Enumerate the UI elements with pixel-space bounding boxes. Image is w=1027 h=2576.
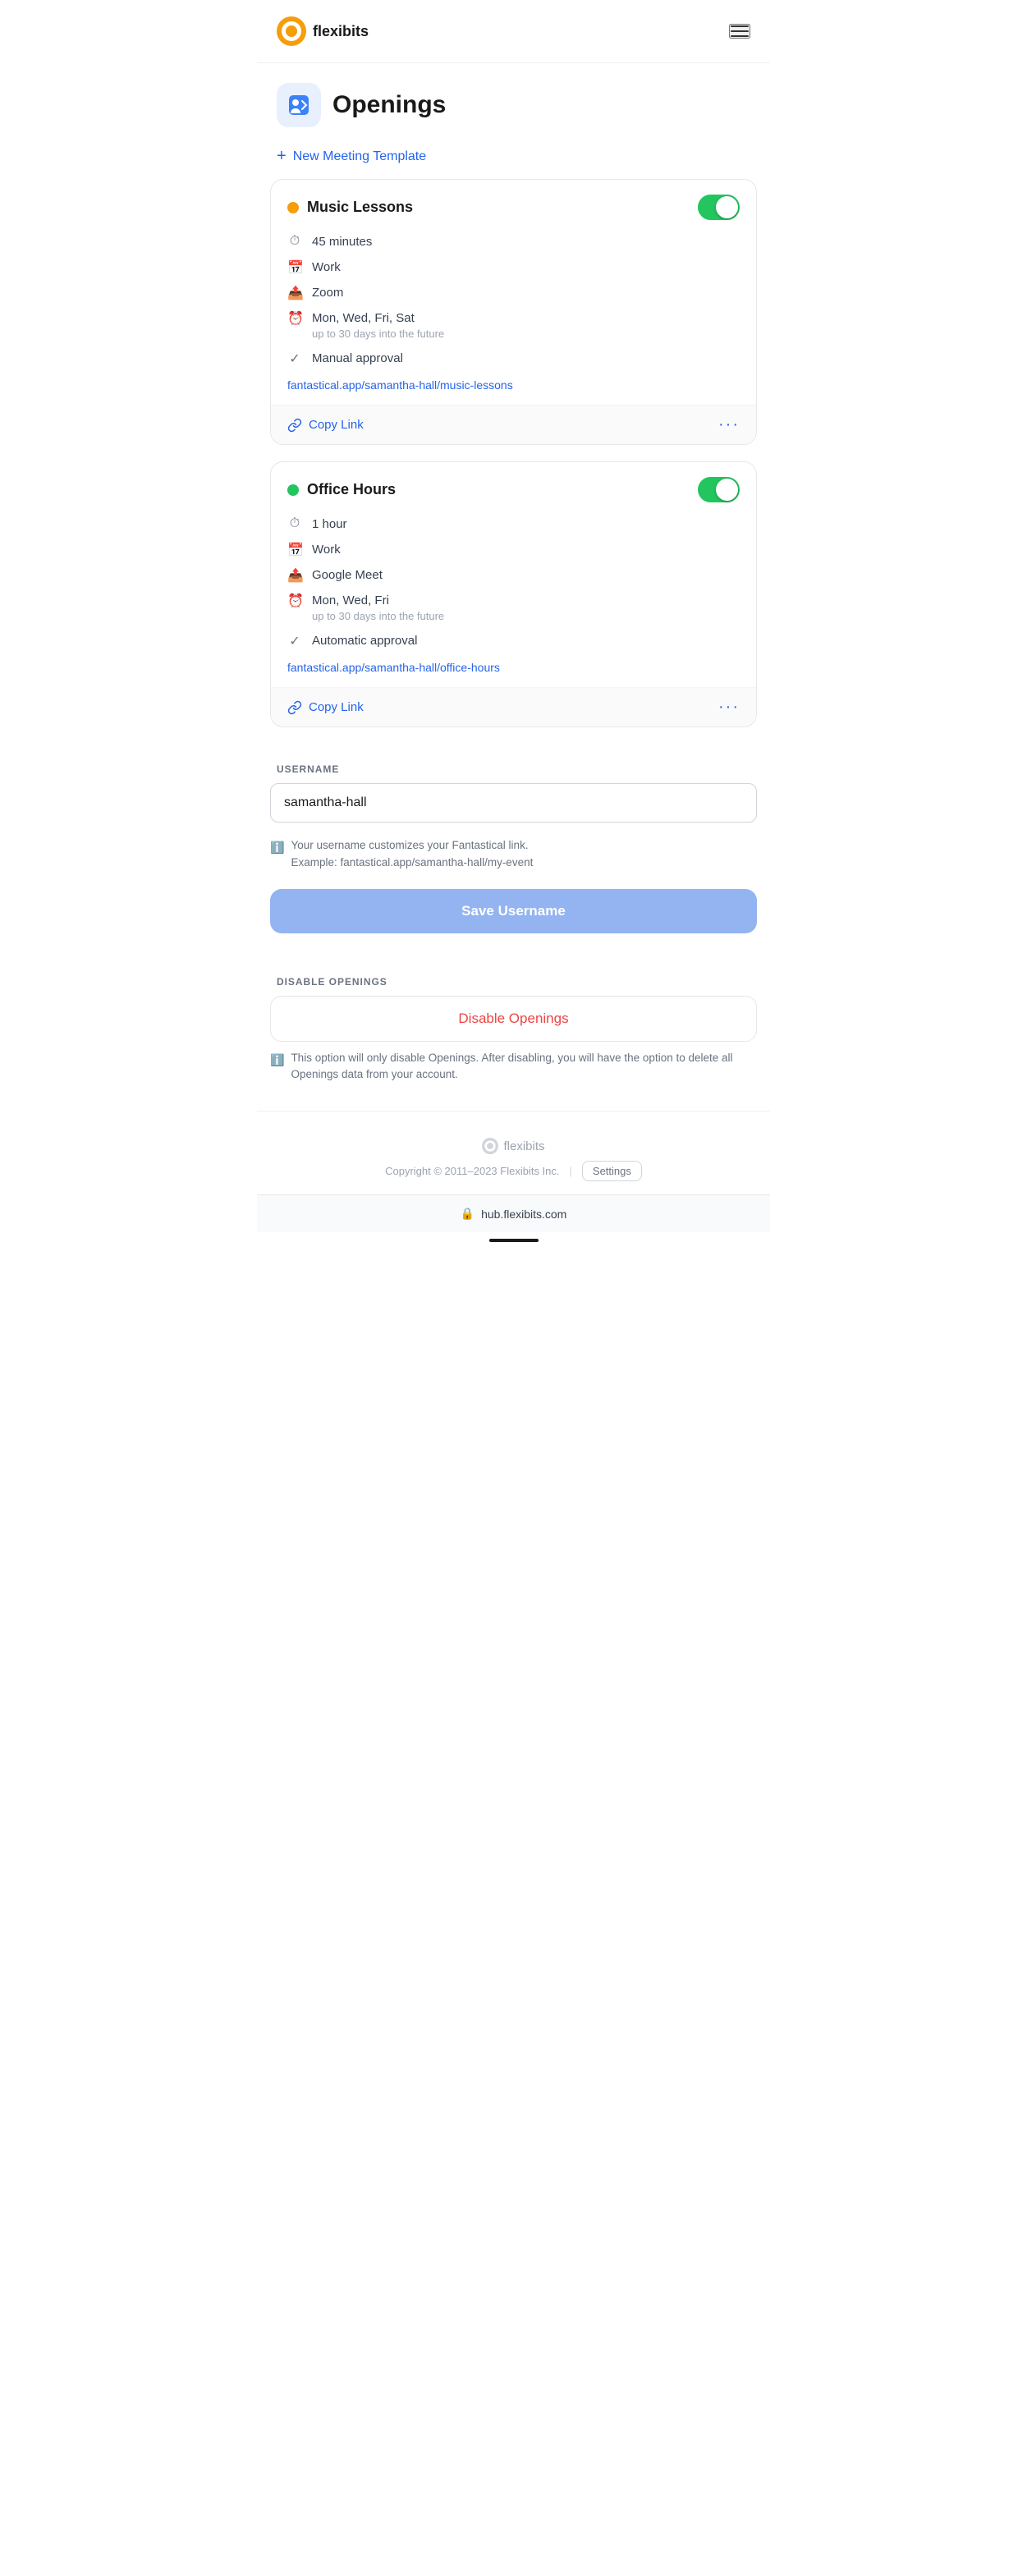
menu-button[interactable] [729, 24, 750, 39]
music-lessons-conferencing-row: 📤 Zoom [287, 284, 740, 301]
logo-area: flexibits [277, 16, 369, 46]
footer-links: Copyright © 2011–2023 Flexibits Inc. | S… [277, 1161, 750, 1181]
office-hours-card: Office Hours ⏱ 1 hour 📅 Work 📤 Google Me… [270, 461, 757, 727]
calendar-icon-2: 📅 [287, 542, 302, 558]
music-lessons-calendar-row: 📅 Work [287, 259, 740, 276]
username-section-heading: USERNAME [257, 744, 770, 783]
info-icon: ℹ️ [270, 839, 284, 856]
music-lessons-more-button[interactable]: ··· [718, 415, 740, 434]
office-hours-title: Office Hours [307, 481, 396, 498]
office-hours-conferencing: Google Meet [312, 566, 383, 584]
new-template-link[interactable]: + New Meeting Template [257, 134, 770, 179]
clock-icon: ⏱ [287, 234, 302, 249]
disable-hint: ℹ️ This option will only disable Opening… [257, 1042, 770, 1092]
office-hours-schedule-sub: up to 30 days into the future [312, 609, 444, 624]
office-hours-calendar: Work [312, 541, 341, 558]
hamburger-line-2 [731, 30, 749, 32]
link-icon-2 [287, 700, 302, 715]
office-hours-title-group: Office Hours [287, 481, 396, 498]
music-lessons-schedule-sub: up to 30 days into the future [312, 327, 444, 341]
username-input-area [270, 783, 757, 823]
music-lessons-status-dot [287, 202, 299, 213]
music-lessons-calendar: Work [312, 259, 341, 276]
music-lessons-duration-row: ⏱ 45 minutes [287, 233, 740, 250]
hamburger-line-3 [731, 35, 749, 37]
footer-copyright: Copyright © 2011–2023 Flexibits Inc. [385, 1165, 559, 1177]
office-hours-approval-row: ✓ Automatic approval [287, 632, 740, 649]
schedule-icon: ⏰ [287, 310, 302, 327]
bottom-bar: 🔒 hub.flexibits.com [257, 1194, 770, 1232]
disable-section-heading: DISABLE OPENINGS [257, 956, 770, 996]
page-footer: flexibits Copyright © 2011–2023 Flexibit… [257, 1111, 770, 1194]
music-lessons-copy-link-button[interactable]: Copy Link [287, 418, 364, 433]
music-lessons-schedule: Mon, Wed, Fri, Sat up to 30 days into th… [312, 309, 444, 341]
office-hours-card-footer: Copy Link ··· [271, 687, 756, 727]
video-icon: 📤 [287, 285, 302, 301]
username-hint-text: Your username customizes your Fantastica… [291, 837, 533, 871]
username-input[interactable] [270, 783, 757, 823]
music-lessons-card: Music Lessons ⏱ 45 minutes 📅 Work 📤 Zoom… [270, 179, 757, 445]
disable-openings-button[interactable]: Disable Openings [270, 996, 757, 1042]
music-lessons-approval: Manual approval [312, 350, 403, 367]
username-hint: ℹ️ Your username customizes your Fantast… [257, 829, 770, 879]
office-hours-approval: Automatic approval [312, 632, 417, 649]
disable-hint-text: This option will only disable Openings. … [291, 1050, 757, 1084]
page-title-area: Openings [257, 63, 770, 134]
office-hours-toggle-knob [716, 479, 738, 501]
clock-icon-2: ⏱ [287, 516, 302, 531]
bottom-bar-indicator [489, 1239, 539, 1242]
office-hours-schedule: Mon, Wed, Fri up to 30 days into the fut… [312, 592, 444, 624]
office-hours-conferencing-row: 📤 Google Meet [287, 566, 740, 584]
save-username-button[interactable]: Save Username [270, 889, 757, 933]
settings-button[interactable]: Settings [582, 1161, 642, 1181]
flexibits-logo-icon [277, 16, 306, 46]
lock-icon: 🔒 [461, 1207, 475, 1221]
music-lessons-card-body: Music Lessons ⏱ 45 minutes 📅 Work 📤 Zoom… [271, 180, 756, 405]
music-lessons-toggle[interactable] [698, 195, 740, 220]
music-lessons-card-header: Music Lessons [287, 195, 740, 220]
office-hours-link[interactable]: fantastical.app/samantha-hall/office-hou… [287, 661, 740, 674]
music-lessons-conferencing: Zoom [312, 284, 343, 301]
office-hours-status-dot [287, 484, 299, 496]
schedule-icon-2: ⏰ [287, 593, 302, 609]
footer-logo-icon [482, 1138, 498, 1154]
footer-logo-text: flexibits [503, 1139, 544, 1153]
music-lessons-card-footer: Copy Link ··· [271, 405, 756, 444]
logo-text: flexibits [313, 23, 369, 40]
check-icon: ✓ [287, 351, 302, 367]
page-icon-wrapper [277, 83, 321, 127]
music-lessons-link[interactable]: fantastical.app/samantha-hall/music-less… [287, 378, 740, 392]
openings-page-icon [285, 91, 313, 119]
calendar-icon: 📅 [287, 259, 302, 276]
info-icon-2: ℹ️ [270, 1052, 284, 1069]
link-icon [287, 418, 302, 433]
office-hours-duration-row: ⏱ 1 hour [287, 516, 740, 533]
music-lessons-toggle-knob [716, 196, 738, 218]
page-title: Openings [332, 91, 446, 119]
new-template-label: New Meeting Template [293, 149, 426, 164]
office-hours-schedule-row: ⏰ Mon, Wed, Fri up to 30 days into the f… [287, 592, 740, 624]
check-icon-2: ✓ [287, 633, 302, 649]
music-lessons-title-group: Music Lessons [287, 199, 413, 216]
office-hours-card-header: Office Hours [287, 477, 740, 502]
office-hours-card-body: Office Hours ⏱ 1 hour 📅 Work 📤 Google Me… [271, 462, 756, 687]
office-hours-toggle[interactable] [698, 477, 740, 502]
office-hours-copy-link-label: Copy Link [309, 700, 364, 714]
office-hours-calendar-row: 📅 Work [287, 541, 740, 558]
music-lessons-copy-link-label: Copy Link [309, 418, 364, 432]
plus-icon: + [277, 147, 287, 166]
music-lessons-duration: 45 minutes [312, 233, 372, 250]
header: flexibits [257, 0, 770, 63]
office-hours-copy-link-button[interactable]: Copy Link [287, 700, 364, 715]
music-lessons-schedule-row: ⏰ Mon, Wed, Fri, Sat up to 30 days into … [287, 309, 740, 341]
music-lessons-title: Music Lessons [307, 199, 413, 216]
bottom-bar-domain: hub.flexibits.com [481, 1208, 566, 1221]
office-hours-more-button[interactable]: ··· [718, 698, 740, 717]
footer-separator: | [570, 1165, 572, 1177]
hamburger-line-1 [731, 25, 749, 27]
footer-logo: flexibits [277, 1138, 750, 1154]
office-hours-duration: 1 hour [312, 516, 347, 533]
music-lessons-approval-row: ✓ Manual approval [287, 350, 740, 367]
video-icon-2: 📤 [287, 567, 302, 584]
